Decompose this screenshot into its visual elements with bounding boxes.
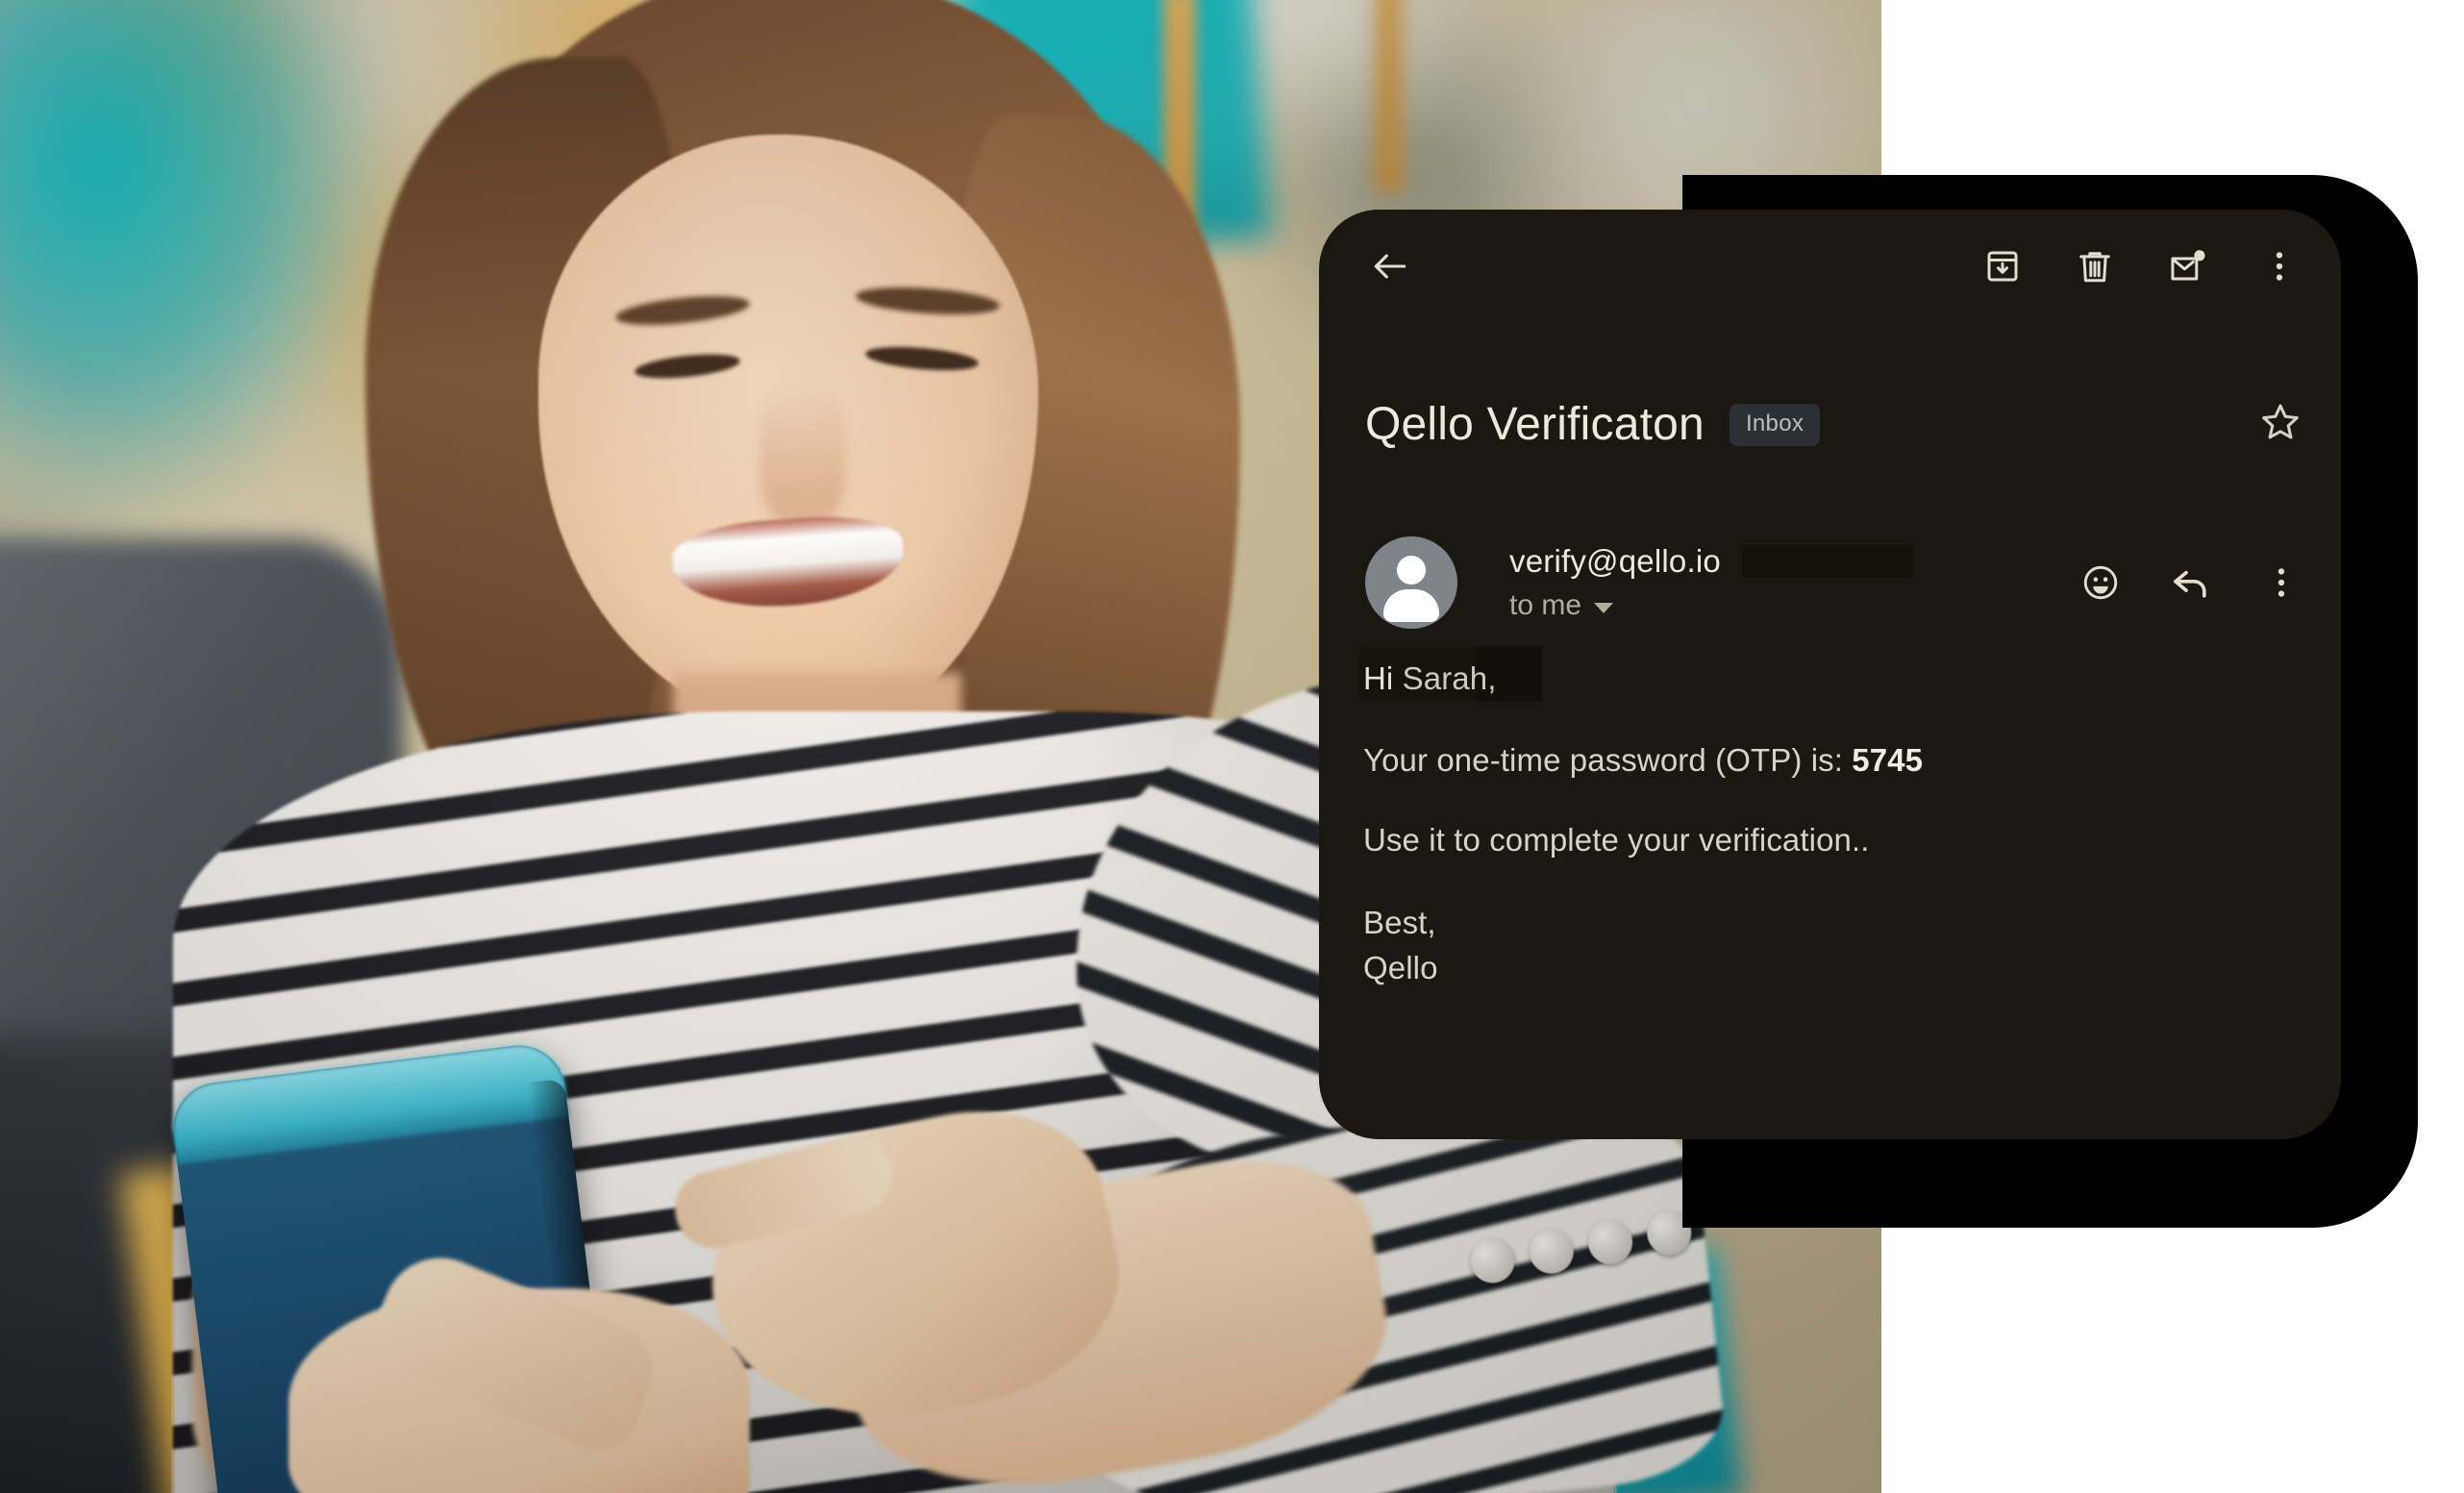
- nose: [759, 385, 846, 529]
- instruction-line: Use it to complete your verification..: [1363, 821, 1870, 858]
- emoji-smiley-icon[interactable]: [2076, 558, 2126, 608]
- archive-icon[interactable]: [1978, 241, 2028, 291]
- reply-arrow-icon[interactable]: [2166, 558, 2216, 608]
- sender-address: verify@qello.io: [1509, 543, 1721, 579]
- redaction-bar: [1741, 545, 1913, 578]
- chevron-down-icon[interactable]: [1594, 602, 1614, 613]
- signoff-line: Best,: [1363, 904, 1436, 940]
- email-toolbar: [1319, 210, 2341, 323]
- greeting-line: Hi Sarah,: [1359, 646, 2297, 702]
- recipient-label: to me: [1509, 589, 1582, 621]
- signature-block: Best, Qello: [1363, 901, 2297, 991]
- otp-line: Your one-time password (OTP) is: 5745: [1363, 741, 2297, 781]
- back-arrow-icon[interactable]: [1365, 241, 1415, 291]
- recipient-row[interactable]: to me: [1509, 589, 1913, 622]
- email-detail-card: Qello Verificaton Inbox verify@qello.io …: [1319, 210, 2341, 1139]
- trash-icon[interactable]: [2070, 241, 2120, 291]
- avatar-body: [1383, 589, 1439, 622]
- person-avatar-icon[interactable]: [1365, 536, 1457, 629]
- sender-address-line: verify@qello.io: [1509, 543, 1913, 580]
- email-subject: Qello Verificaton: [1365, 399, 1705, 450]
- star-outline-icon[interactable]: [2258, 400, 2302, 449]
- greeting-name: Sarah,: [1393, 660, 1497, 696]
- more-vertical-icon[interactable]: [2254, 241, 2304, 291]
- sender-actions: [2076, 558, 2306, 608]
- sender-meta: verify@qello.io to me: [1509, 543, 1913, 622]
- more-vertical-icon[interactable]: [2256, 558, 2306, 608]
- subject-row: Qello Verificaton Inbox: [1365, 398, 2302, 451]
- otp-line-prefix: Your one-time password (OTP) is:: [1363, 741, 1853, 778]
- greeting-wrap: Hi Sarah,: [1359, 646, 1542, 702]
- signature-line: Qello: [1363, 949, 1438, 985]
- sender-row: verify@qello.io to me: [1365, 536, 2306, 629]
- otp-code: 5745: [1852, 741, 1924, 778]
- avatar-head: [1397, 556, 1426, 585]
- email-body: Hi Sarah, Your one-time password (OTP) i…: [1359, 646, 2297, 991]
- label-chip-inbox[interactable]: Inbox: [1729, 403, 1821, 446]
- greeting-hi: Hi: [1363, 660, 1394, 696]
- mark-unread-envelope-icon[interactable]: [2162, 241, 2212, 291]
